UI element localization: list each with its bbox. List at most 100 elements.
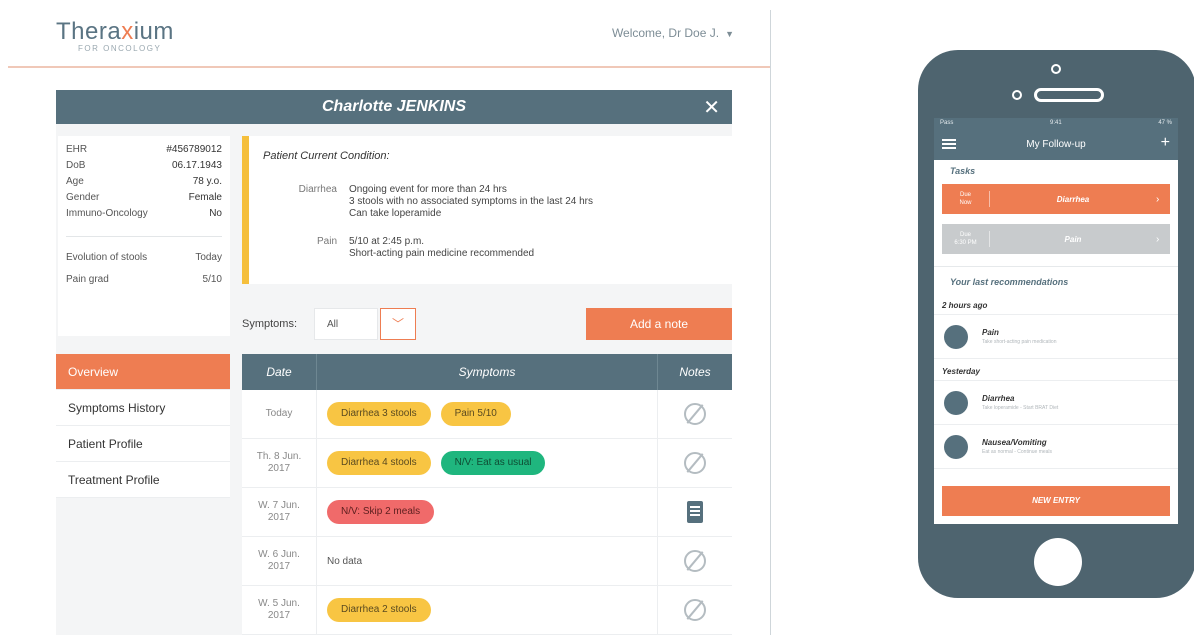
header-symptoms: Symptoms: [316, 354, 658, 390]
condition-label: Diarrhea: [298, 184, 337, 195]
status-bar: Pass 9:41 47 %: [934, 118, 1178, 130]
desktop-app: Theraxium FOR ONCOLOGY Welcome, Dr Doe J…: [8, 0, 770, 635]
task-name: Pain: [1064, 234, 1082, 244]
info-row: EHR #456789012: [66, 142, 222, 158]
row-date: W. 6 Jun. 2017: [242, 549, 316, 573]
row-date: Th. 8 Jun. 2017: [242, 451, 316, 475]
info-value: 06.17.1943: [171, 160, 222, 171]
row-notes: [658, 439, 732, 487]
new-entry-button[interactable]: NEW ENTRY: [942, 486, 1170, 516]
recommendation-item[interactable]: Nausea/Vomiting Eat as normal - Continue …: [934, 425, 1178, 469]
task-time: Due Now: [942, 191, 990, 207]
info-value: Today: [195, 252, 222, 263]
condition-text: Ongoing event for more than 24 hrs 3 stoo…: [349, 184, 593, 220]
no-data-text: No data: [327, 555, 363, 567]
no-note-icon: [684, 452, 706, 474]
patient-info-card: EHR #456789012 DoB 06.17.1943 Age 78 y.o. Gend…: [58, 136, 230, 336]
nav-item-symptoms-history[interactable]: Symptoms History: [56, 390, 230, 426]
info-label: Pain grad: [66, 274, 109, 285]
phone-mockup: Pass 9:41 47 % My Follow-up + Tasks Due N…: [918, 50, 1194, 598]
app-title: My Follow-up: [1026, 139, 1086, 150]
task-item[interactable]: Due 6:30 PM Pain ›: [942, 224, 1170, 254]
row-date: W. 7 Jun. 2017: [242, 500, 316, 524]
task-time-line: 6:30 PM: [954, 240, 977, 246]
row-notes: [658, 390, 732, 438]
recommendation-subtitle: Eat as normal - Continue meals: [982, 449, 1053, 455]
symptoms-filter-select[interactable]: All: [314, 308, 378, 340]
camera-icon: [1012, 90, 1022, 100]
user-menu[interactable]: Welcome, Dr Doe J. ▼: [612, 26, 734, 40]
condition-line: 5/10 at 2:45 p.m.: [349, 236, 425, 247]
symptom-pill[interactable]: N/V: Eat as usual: [440, 451, 546, 475]
symptoms-label: Symptoms:: [242, 318, 298, 330]
tasks-label: Tasks: [950, 166, 976, 176]
recommendation-title: Diarrhea: [982, 394, 1015, 403]
table-row: W. 7 Jun. 2017 N/V: Skip 2 meals: [242, 488, 732, 537]
note-icon[interactable]: [687, 501, 703, 523]
add-icon[interactable]: +: [1161, 134, 1170, 152]
info-value: 5/10: [202, 274, 222, 285]
symptom-pill[interactable]: N/V: Skip 2 meals: [327, 500, 435, 524]
recommendation-title: Nausea/Vomiting: [982, 438, 1047, 447]
recommendation-text: Diarrhea Take loperamide - Start BRAT Die…: [982, 394, 1058, 411]
chevron-right-icon: ›: [1156, 233, 1160, 245]
recommendations-label: Your last recommendations: [950, 277, 1069, 287]
row-date: Today: [242, 408, 316, 420]
add-note-button[interactable]: Add a note: [586, 308, 732, 340]
recommendation-item[interactable]: Diarrhea Take loperamide - Start BRAT Die…: [934, 381, 1178, 425]
condition-line: Short-acting pain medicine recommended: [349, 248, 535, 259]
home-button[interactable]: [1034, 538, 1082, 586]
row-symptoms: N/V: Skip 2 meals: [316, 488, 658, 536]
symptom-pill[interactable]: Diarrhea 2 stools: [327, 598, 431, 622]
patient-nav: Overview Symptoms History Patient Profile T…: [56, 354, 230, 498]
info-row: Gender Female: [66, 190, 222, 206]
info-label: EHR: [66, 144, 88, 155]
row-date: W. 5 Jun. 2017: [242, 598, 316, 622]
speaker-icon: [1034, 88, 1104, 102]
divider: [66, 236, 222, 237]
no-note-icon: [684, 403, 706, 425]
date-line: W. 5 Jun.: [258, 598, 300, 609]
table-row: W. 5 Jun. 2017 Diarrhea 2 stools: [242, 586, 732, 635]
symptom-pill[interactable]: Diarrhea 4 stools: [327, 451, 431, 475]
info-row: Evolution of stools Today: [66, 247, 222, 269]
row-notes: [658, 488, 732, 536]
task-name: Diarrhea: [1056, 194, 1090, 204]
recommendation-group-label: Yesterday: [934, 359, 1178, 381]
row-symptoms: Diarrhea 3 stools Pain 5/10: [316, 390, 658, 438]
info-row: Immuno-Oncology No: [66, 206, 222, 222]
task-item[interactable]: Due Now Diarrhea ›: [942, 184, 1170, 214]
logo: Theraxium FOR ONCOLOGY: [56, 18, 174, 53]
recommendation-group-label: 2 hours ago: [934, 293, 1178, 315]
date-line: 2017: [267, 610, 291, 621]
row-symptoms: No data: [316, 537, 658, 585]
chevron-down-icon[interactable]: ﹀: [380, 308, 416, 340]
symptom-icon: [944, 390, 968, 415]
condition-title: Patient Current Condition:: [263, 150, 390, 162]
row-notes: [658, 586, 732, 634]
symptom-pill[interactable]: Diarrhea 3 stools: [327, 402, 431, 426]
symptom-icon: [944, 434, 968, 459]
recommendation-subtitle: Take short-acting pain medication: [982, 339, 1057, 345]
row-symptoms: Diarrhea 2 stools: [316, 586, 658, 634]
nav-item-treatment-profile[interactable]: Treatment Profile: [56, 462, 230, 498]
welcome-text: Welcome, Dr Doe J.: [611, 26, 720, 40]
info-row: Pain grad 5/10: [66, 269, 222, 291]
nav-item-overview[interactable]: Overview: [56, 354, 230, 390]
recommendation-text: Pain Take short-acting pain medication: [982, 328, 1057, 345]
recommendation-subtitle: Take loperamide - Start BRAT Diet: [982, 405, 1059, 411]
condition-line: Ongoing event for more than 24 hrs: [349, 184, 507, 195]
patient-name: Charlotte JENKINS: [321, 98, 467, 115]
patient-header: Charlotte JENKINS ✕: [56, 90, 732, 124]
date-line: 2017: [267, 463, 291, 474]
header-notes: Notes: [679, 365, 711, 379]
symptom-pill[interactable]: Pain 5/10: [440, 402, 511, 426]
recommendation-item[interactable]: Pain Take short-acting pain medication: [934, 315, 1178, 359]
info-label: Gender: [66, 192, 100, 203]
info-row: DoB 06.17.1943: [66, 158, 222, 174]
nav-item-patient-profile[interactable]: Patient Profile: [56, 426, 230, 462]
close-icon[interactable]: ✕: [703, 95, 720, 120]
date-line: Th. 8 Jun.: [256, 451, 302, 462]
condition-line: 3 stools with no associated symptoms in …: [349, 196, 594, 207]
row-notes: [658, 537, 732, 585]
